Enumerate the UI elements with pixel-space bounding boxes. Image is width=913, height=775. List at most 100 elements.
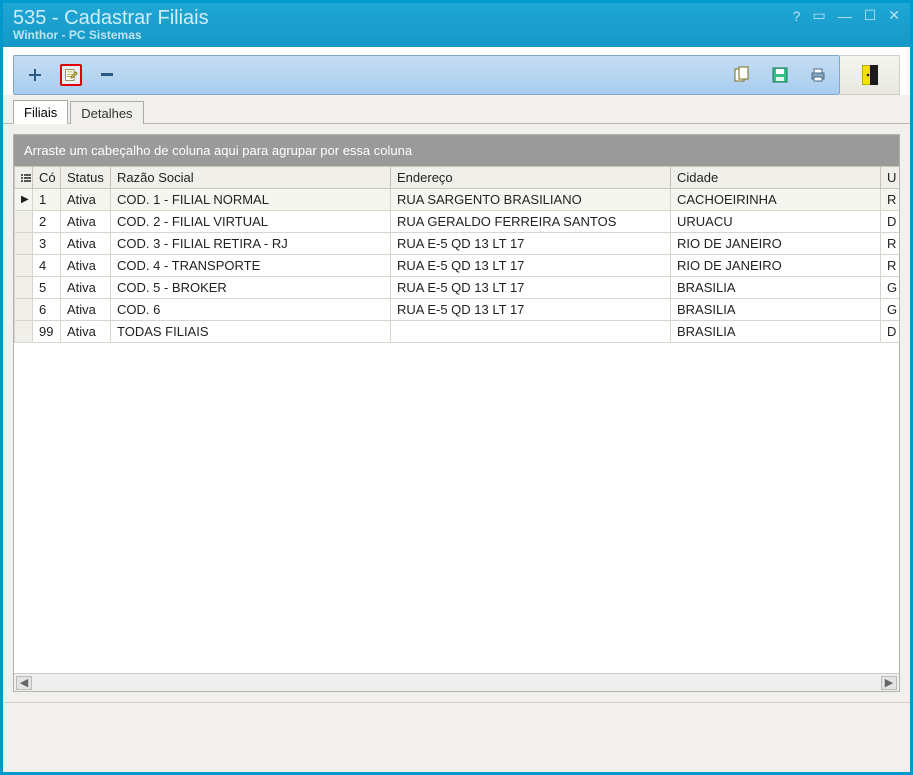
cell-endereco: RUA E-5 QD 13 LT 17 xyxy=(391,299,671,321)
col-endereco[interactable]: Endereço xyxy=(391,167,671,189)
cell-endereco: RUA E-5 QD 13 LT 17 xyxy=(391,277,671,299)
cell-cod: 1 xyxy=(33,189,61,211)
add-button[interactable] xyxy=(24,64,46,86)
cell-razao: COD. 2 - FILIAL VIRTUAL xyxy=(111,211,391,233)
app-window: 535 - Cadastrar Filiais Winthor - PC Sis… xyxy=(0,0,913,775)
row-indicator xyxy=(15,211,33,233)
cell-cidade: BRASILIA xyxy=(671,321,881,343)
cell-cod: 5 xyxy=(33,277,61,299)
client-area: Filiais Detalhes Arraste um cabeçalho de… xyxy=(3,47,910,772)
printer-icon xyxy=(809,66,827,84)
cell-razao: COD. 1 - FILIAL NORMAL xyxy=(111,189,391,211)
table-row[interactable]: 99AtivaTODAS FILIAIS BRASILIAD xyxy=(15,321,900,343)
row-indicator xyxy=(15,255,33,277)
col-cidade[interactable]: Cidade xyxy=(671,167,881,189)
table-row[interactable]: 4AtivaCOD. 4 - TRANSPORTERUA E-5 QD 13 L… xyxy=(15,255,900,277)
edit-page-icon xyxy=(64,66,78,84)
copy-button[interactable] xyxy=(731,64,753,86)
row-indicator xyxy=(15,321,33,343)
cell-razao: COD. 5 - BROKER xyxy=(111,277,391,299)
minimize-icon[interactable]: — xyxy=(838,8,852,24)
cell-cidade: RIO DE JANEIRO xyxy=(671,255,881,277)
cell-endereco: RUA GERALDO FERREIRA SANTOS xyxy=(391,211,671,233)
cell-status: Ativa xyxy=(61,255,111,277)
cell-cod: 4 xyxy=(33,255,61,277)
row-indicator: ▶ xyxy=(15,189,33,211)
cell-tail: D xyxy=(881,211,900,233)
cell-cod: 3 xyxy=(33,233,61,255)
cell-razao: COD. 6 xyxy=(111,299,391,321)
cell-status: Ativa xyxy=(61,277,111,299)
cell-tail: R xyxy=(881,233,900,255)
scroll-left-icon[interactable]: ◀ xyxy=(16,676,32,690)
maximize-icon[interactable]: ☐ xyxy=(864,7,877,24)
row-indicator xyxy=(15,299,33,321)
exit-icon xyxy=(862,65,878,85)
copy-icon xyxy=(733,66,751,84)
tab-filiais[interactable]: Filiais xyxy=(13,100,68,124)
cell-cod: 99 xyxy=(33,321,61,343)
cell-endereco xyxy=(391,321,671,343)
cell-status: Ativa xyxy=(61,233,111,255)
save-button[interactable] xyxy=(769,64,791,86)
print-button[interactable] xyxy=(807,64,829,86)
window-title: 535 - Cadastrar Filiais xyxy=(13,7,209,30)
grid-container: Arraste um cabeçalho de coluna aqui para… xyxy=(13,134,900,692)
cell-status: Ativa xyxy=(61,321,111,343)
table-row[interactable]: 5AtivaCOD. 5 - BROKERRUA E-5 QD 13 LT 17… xyxy=(15,277,900,299)
col-tail[interactable]: U xyxy=(881,167,900,189)
cell-razao: TODAS FILIAIS xyxy=(111,321,391,343)
table-row[interactable]: 6AtivaCOD. 6RUA E-5 QD 13 LT 17BRASILIAG xyxy=(15,299,900,321)
cell-endereco: RUA E-5 QD 13 LT 17 xyxy=(391,233,671,255)
restore-icon[interactable]: ▭ xyxy=(812,7,825,24)
remove-button[interactable] xyxy=(96,64,118,86)
row-indicator xyxy=(15,233,33,255)
minus-icon xyxy=(101,73,113,77)
main-toolbar xyxy=(13,55,840,95)
cell-tail: R xyxy=(881,189,900,211)
exit-button[interactable] xyxy=(840,55,900,95)
scroll-right-icon[interactable]: ▶ xyxy=(881,676,897,690)
row-indicator xyxy=(15,277,33,299)
cell-status: Ativa xyxy=(61,189,111,211)
cell-tail: D xyxy=(881,321,900,343)
cell-cidade: CACHOEIRINHA xyxy=(671,189,881,211)
help-icon[interactable]: ? xyxy=(793,8,801,24)
col-razao[interactable]: Razão Social xyxy=(111,167,391,189)
cell-razao: COD. 3 - FILIAL RETIRA - RJ xyxy=(111,233,391,255)
cell-status: Ativa xyxy=(61,211,111,233)
diskette-icon xyxy=(771,66,789,84)
window-subtitle: Winthor - PC Sistemas xyxy=(13,28,209,42)
col-cod[interactable]: Có xyxy=(33,167,61,189)
close-icon[interactable]: ✕ xyxy=(888,7,900,24)
cell-endereco: RUA SARGENTO BRASILIANO xyxy=(391,189,671,211)
cell-cidade: RIO DE JANEIRO xyxy=(671,233,881,255)
table-row[interactable]: ▶1AtivaCOD. 1 - FILIAL NORMALRUA SARGENT… xyxy=(15,189,900,211)
plus-icon xyxy=(29,69,41,81)
col-status[interactable]: Status xyxy=(61,167,111,189)
cell-cidade: URUACU xyxy=(671,211,881,233)
table-row[interactable]: 2AtivaCOD. 2 - FILIAL VIRTUALRUA GERALDO… xyxy=(15,211,900,233)
titlebar: 535 - Cadastrar Filiais Winthor - PC Sis… xyxy=(3,3,910,47)
data-grid[interactable]: Có Status Razão Social Endereço Cidade U… xyxy=(14,166,899,343)
cell-cidade: BRASILIA xyxy=(671,299,881,321)
cell-endereco: RUA E-5 QD 13 LT 17 xyxy=(391,255,671,277)
list-icon xyxy=(21,173,31,183)
cell-cod: 6 xyxy=(33,299,61,321)
footer-area xyxy=(3,702,910,772)
col-indicator[interactable] xyxy=(15,167,33,189)
cell-tail: G xyxy=(881,299,900,321)
cell-tail: G xyxy=(881,277,900,299)
cell-cod: 2 xyxy=(33,211,61,233)
table-row[interactable]: 3AtivaCOD. 3 - FILIAL RETIRA - RJRUA E-5… xyxy=(15,233,900,255)
group-by-bar[interactable]: Arraste um cabeçalho de coluna aqui para… xyxy=(14,135,899,166)
cell-cidade: BRASILIA xyxy=(671,277,881,299)
cell-tail: R xyxy=(881,255,900,277)
horizontal-scrollbar[interactable]: ◀ ▶ xyxy=(14,673,899,691)
edit-button[interactable] xyxy=(60,64,82,86)
cell-razao: COD. 4 - TRANSPORTE xyxy=(111,255,391,277)
tabbar: Filiais Detalhes xyxy=(3,95,910,124)
tab-detalhes[interactable]: Detalhes xyxy=(70,101,143,124)
cell-status: Ativa xyxy=(61,299,111,321)
grid-area: Arraste um cabeçalho de coluna aqui para… xyxy=(3,124,910,702)
